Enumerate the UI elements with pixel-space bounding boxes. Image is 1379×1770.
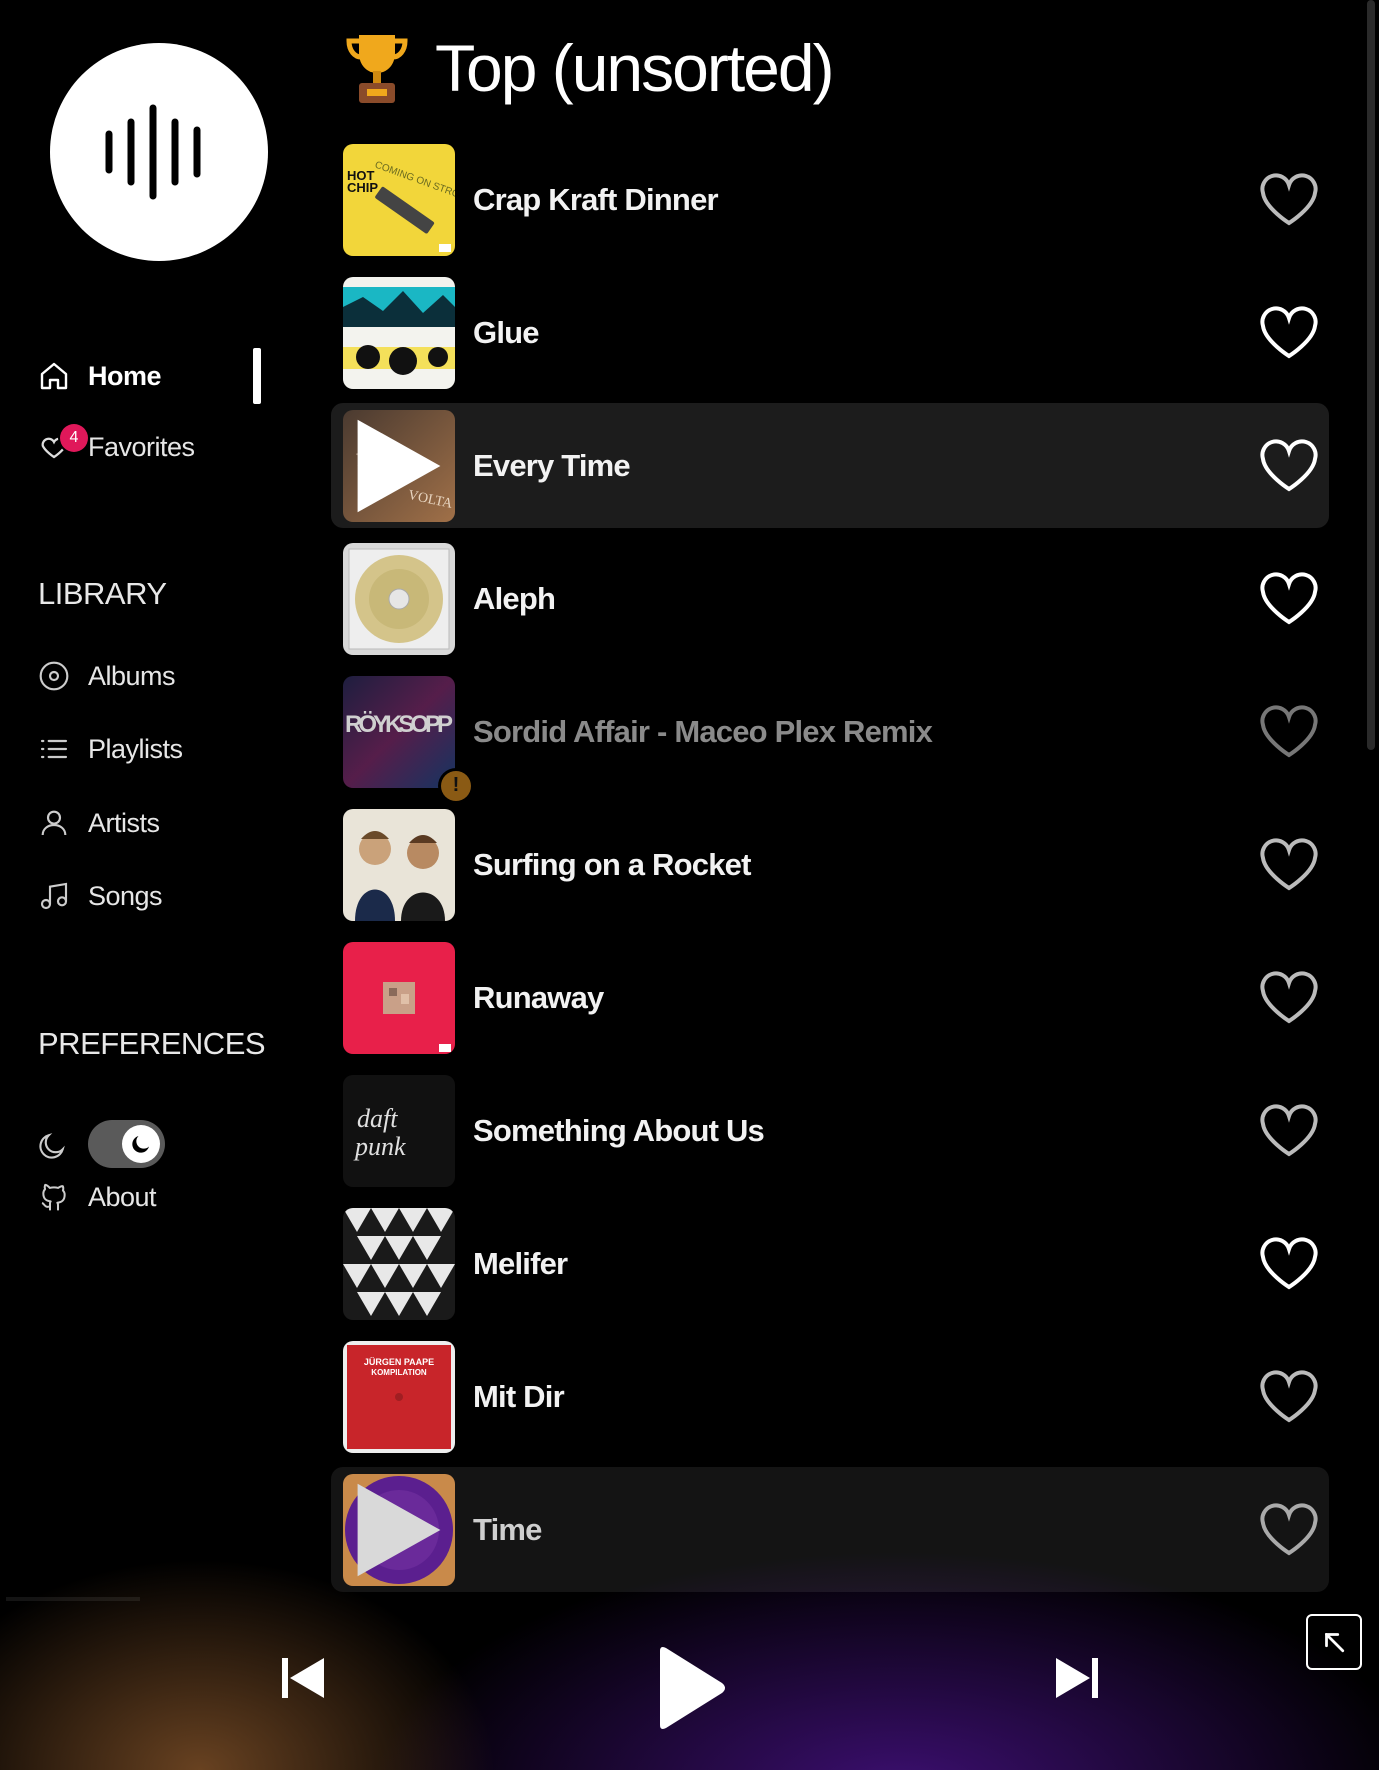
album-cover[interactable] bbox=[343, 1207, 455, 1320]
track-row[interactable]: Glue bbox=[331, 270, 1329, 395]
heart-outline-icon[interactable] bbox=[1259, 1103, 1319, 1158]
disc-icon bbox=[36, 658, 72, 694]
album-cover[interactable]: daft punk bbox=[343, 1074, 455, 1187]
heart-outline-icon[interactable] bbox=[1259, 172, 1319, 227]
track-title: Runaway bbox=[473, 979, 604, 1015]
toggle-knob bbox=[122, 1125, 160, 1163]
album-cover[interactable] bbox=[343, 808, 455, 921]
heart-outline-icon[interactable] bbox=[1259, 970, 1319, 1025]
heart-outline-icon[interactable] bbox=[1259, 1236, 1319, 1291]
music-note-icon bbox=[36, 878, 72, 914]
track-row-unavailable[interactable]: RÖYKSOPP ! Sordid Affair - Maceo Plex Re… bbox=[331, 669, 1329, 801]
track-title: Mit Dir bbox=[473, 1378, 565, 1414]
nav-artists[interactable]: Artists bbox=[36, 801, 160, 845]
track-row[interactable]: Aleph bbox=[331, 536, 1329, 661]
nav-songs[interactable]: Songs bbox=[36, 874, 163, 918]
nav-songs-label: Songs bbox=[88, 880, 163, 911]
list-icon bbox=[36, 731, 72, 767]
svg-text:JÜRGEN PAAPE: JÜRGEN PAAPE bbox=[364, 1357, 434, 1367]
expand-player-button[interactable] bbox=[1306, 1614, 1362, 1670]
nav-home[interactable]: Home bbox=[36, 354, 162, 398]
nav-playlists[interactable]: Playlists bbox=[36, 727, 183, 771]
soundwave-icon bbox=[105, 104, 201, 200]
nav-about-label: About bbox=[88, 1181, 157, 1212]
track-title: Time bbox=[473, 1511, 542, 1547]
github-icon bbox=[36, 1179, 72, 1215]
play-icon bbox=[357, 419, 441, 512]
nav-home-label: Home bbox=[88, 360, 162, 391]
moon-icon bbox=[36, 1130, 72, 1166]
play-overlay[interactable] bbox=[343, 410, 455, 522]
nav-albums-label: Albums bbox=[88, 660, 176, 691]
app: Home Favorites 4 LIBRARY Albums Playlist… bbox=[0, 0, 1379, 1770]
person-icon bbox=[36, 805, 72, 841]
sidebar: Home Favorites 4 LIBRARY Albums Playlist… bbox=[0, 0, 320, 1600]
heart-outline-icon[interactable] bbox=[1259, 837, 1319, 892]
track-row[interactable]: JÜRGEN PAAPE KOMPILATION Mit Dir bbox=[331, 1334, 1329, 1459]
track-title: Surfing on a Rocket bbox=[473, 846, 751, 882]
album-cover[interactable]: BOOBELLVOLTA bbox=[343, 409, 455, 522]
album-cover[interactable]: RÖYKSOPP ! bbox=[343, 675, 471, 801]
nav-favorites-label: Favorites bbox=[88, 431, 195, 462]
page-header: Top (unsorted) bbox=[345, 30, 835, 106]
heart-outline-icon[interactable] bbox=[1259, 438, 1319, 493]
track-title: Something About Us bbox=[473, 1112, 765, 1148]
track-row[interactable]: HOT CHIP COMING ON STRONG Crap Kraft Dinne… bbox=[331, 137, 1329, 262]
track-row-hovered[interactable]: BOOBELLVOLTA Every Time bbox=[331, 403, 1329, 528]
heart-outline-icon[interactable] bbox=[1259, 571, 1319, 626]
track-title: Sordid Affair - Maceo Plex Remix bbox=[473, 713, 933, 749]
nav-about[interactable]: About bbox=[36, 1175, 157, 1219]
track-title: Aleph bbox=[473, 580, 556, 616]
play-overlay[interactable] bbox=[343, 1474, 455, 1586]
warning-badge: ! bbox=[441, 770, 471, 801]
home-icon bbox=[36, 358, 72, 394]
track-title: Glue bbox=[473, 314, 539, 350]
trophy-icon bbox=[346, 35, 408, 103]
play-button[interactable] bbox=[652, 1645, 728, 1731]
track-row-current[interactable]: Time bbox=[331, 1467, 1329, 1592]
svg-text:KOMPILATION: KOMPILATION bbox=[371, 1368, 427, 1377]
album-cover[interactable]: JÜRGEN PAAPE KOMPILATION bbox=[343, 1340, 455, 1453]
preferences-heading: PREFERENCES bbox=[38, 1026, 266, 1061]
page-title: Top (unsorted) bbox=[435, 31, 835, 105]
album-cover[interactable] bbox=[343, 1473, 455, 1586]
previous-track-button[interactable] bbox=[280, 1655, 326, 1701]
active-indicator bbox=[253, 348, 261, 404]
track-row[interactable]: daft punk Something About Us bbox=[331, 1068, 1329, 1193]
heart-outline-icon[interactable] bbox=[1259, 704, 1319, 759]
track-row[interactable]: Runaway bbox=[331, 935, 1329, 1060]
svg-text:daft: daft bbox=[357, 1104, 398, 1133]
nav-playlists-label: Playlists bbox=[88, 733, 183, 764]
play-icon bbox=[357, 1483, 441, 1576]
track-list: HOT CHIP COMING ON STRONG Crap Kraft Dinne… bbox=[331, 137, 1329, 1600]
nav-artists-label: Artists bbox=[88, 807, 160, 838]
svg-text:punk: punk bbox=[353, 1132, 406, 1161]
heart-outline-icon[interactable] bbox=[1259, 1502, 1319, 1557]
heart-outline-icon[interactable] bbox=[1259, 1369, 1319, 1424]
album-cover[interactable] bbox=[343, 276, 455, 389]
track-title: Crap Kraft Dinner bbox=[473, 181, 719, 217]
favorites-count-badge: 4 bbox=[60, 424, 88, 452]
track-row[interactable]: Melifer bbox=[331, 1201, 1329, 1326]
library-heading: LIBRARY bbox=[38, 576, 167, 611]
track-title: Melifer bbox=[473, 1245, 568, 1281]
nav-albums[interactable]: Albums bbox=[36, 654, 176, 698]
album-cover[interactable] bbox=[343, 941, 455, 1054]
album-cover[interactable]: HOT CHIP COMING ON STRONG bbox=[343, 143, 455, 256]
heart-outline-icon[interactable] bbox=[1259, 305, 1319, 360]
svg-text:RÖYKSOPP: RÖYKSOPP bbox=[345, 711, 453, 738]
album-cover[interactable] bbox=[343, 542, 455, 655]
dark-mode-toggle[interactable] bbox=[88, 1120, 165, 1168]
track-row[interactable]: Surfing on a Rocket bbox=[331, 802, 1329, 927]
moon-icon bbox=[132, 1136, 149, 1153]
track-title: Every Time bbox=[473, 447, 631, 483]
app-logo[interactable] bbox=[50, 43, 268, 261]
svg-text:CHIP: CHIP bbox=[347, 180, 378, 195]
next-track-button[interactable] bbox=[1054, 1655, 1100, 1701]
nav-favorites[interactable]: Favorites bbox=[36, 425, 195, 469]
arrow-up-left-icon bbox=[1325, 1633, 1345, 1653]
